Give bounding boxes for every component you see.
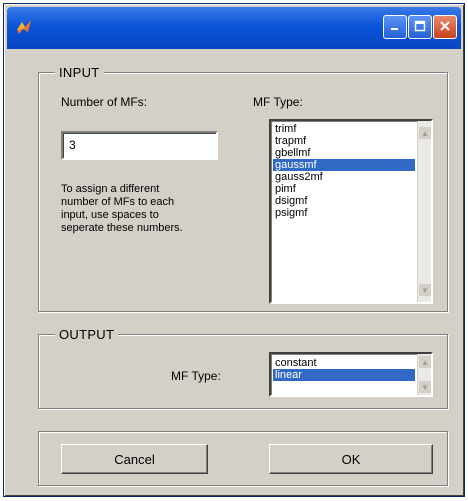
list-item[interactable]: trapmf [273, 135, 415, 147]
help-text-line: input, use spaces to [61, 209, 159, 221]
input-mf-type-label: MF Type: [253, 95, 303, 109]
input-legend: INPUT [55, 65, 104, 80]
list-item-selected[interactable]: linear [273, 369, 415, 381]
ok-button[interactable]: OK [269, 444, 433, 474]
dialog-window: INPUT Number of MFs: 3 To assign a diffe… [3, 3, 465, 497]
list-item[interactable]: dsigmf [273, 195, 415, 207]
help-text-line: seperate these numbers. [61, 222, 183, 234]
scroll-up-icon[interactable]: ▲ [419, 356, 431, 368]
maximize-icon [414, 20, 426, 35]
minimize-button[interactable] [383, 15, 407, 39]
minimize-icon [389, 20, 401, 35]
output-mf-type-list[interactable]: constant linear ▲ ▼ [269, 352, 433, 397]
list-item[interactable]: gbellmf [273, 147, 415, 159]
num-mfs-input[interactable]: 3 [61, 131, 218, 160]
num-mfs-label: Number of MFs: [61, 95, 148, 109]
title-bar[interactable] [7, 7, 461, 49]
list-item[interactable]: psigmf [273, 207, 415, 219]
input-list-scrollbar[interactable]: ▲ ▼ [417, 121, 431, 302]
scroll-up-icon[interactable]: ▲ [419, 127, 431, 139]
list-item[interactable]: trimf [273, 123, 415, 135]
close-icon [439, 20, 451, 35]
scroll-down-icon[interactable]: ▼ [419, 381, 431, 393]
output-list-scrollbar[interactable]: ▲ ▼ [417, 354, 431, 395]
scroll-down-icon[interactable]: ▼ [419, 284, 431, 296]
list-item[interactable]: pimf [273, 183, 415, 195]
help-text-line: number of MFs to each [61, 196, 175, 208]
input-mf-type-list[interactable]: trimf trapmf gbellmf gaussmf gauss2mf pi… [269, 119, 433, 304]
input-panel: INPUT Number of MFs: 3 To assign a diffe… [38, 65, 448, 312]
matlab-icon [15, 18, 33, 36]
help-text: To assign a different number of MFs to e… [61, 183, 183, 235]
cancel-button[interactable]: Cancel [61, 444, 208, 474]
output-mf-type-label: MF Type: [171, 369, 221, 383]
output-legend: OUTPUT [55, 327, 119, 342]
output-panel: OUTPUT MF Type: constant linear ▲ ▼ [38, 327, 448, 409]
list-item-selected[interactable]: gaussmf [273, 159, 415, 171]
list-item[interactable]: gauss2mf [273, 171, 415, 183]
button-panel: Cancel OK [38, 431, 448, 486]
maximize-button[interactable] [408, 15, 432, 39]
help-text-line: To assign a different [61, 183, 160, 195]
list-item[interactable]: constant [273, 357, 415, 369]
close-button[interactable] [433, 15, 457, 39]
